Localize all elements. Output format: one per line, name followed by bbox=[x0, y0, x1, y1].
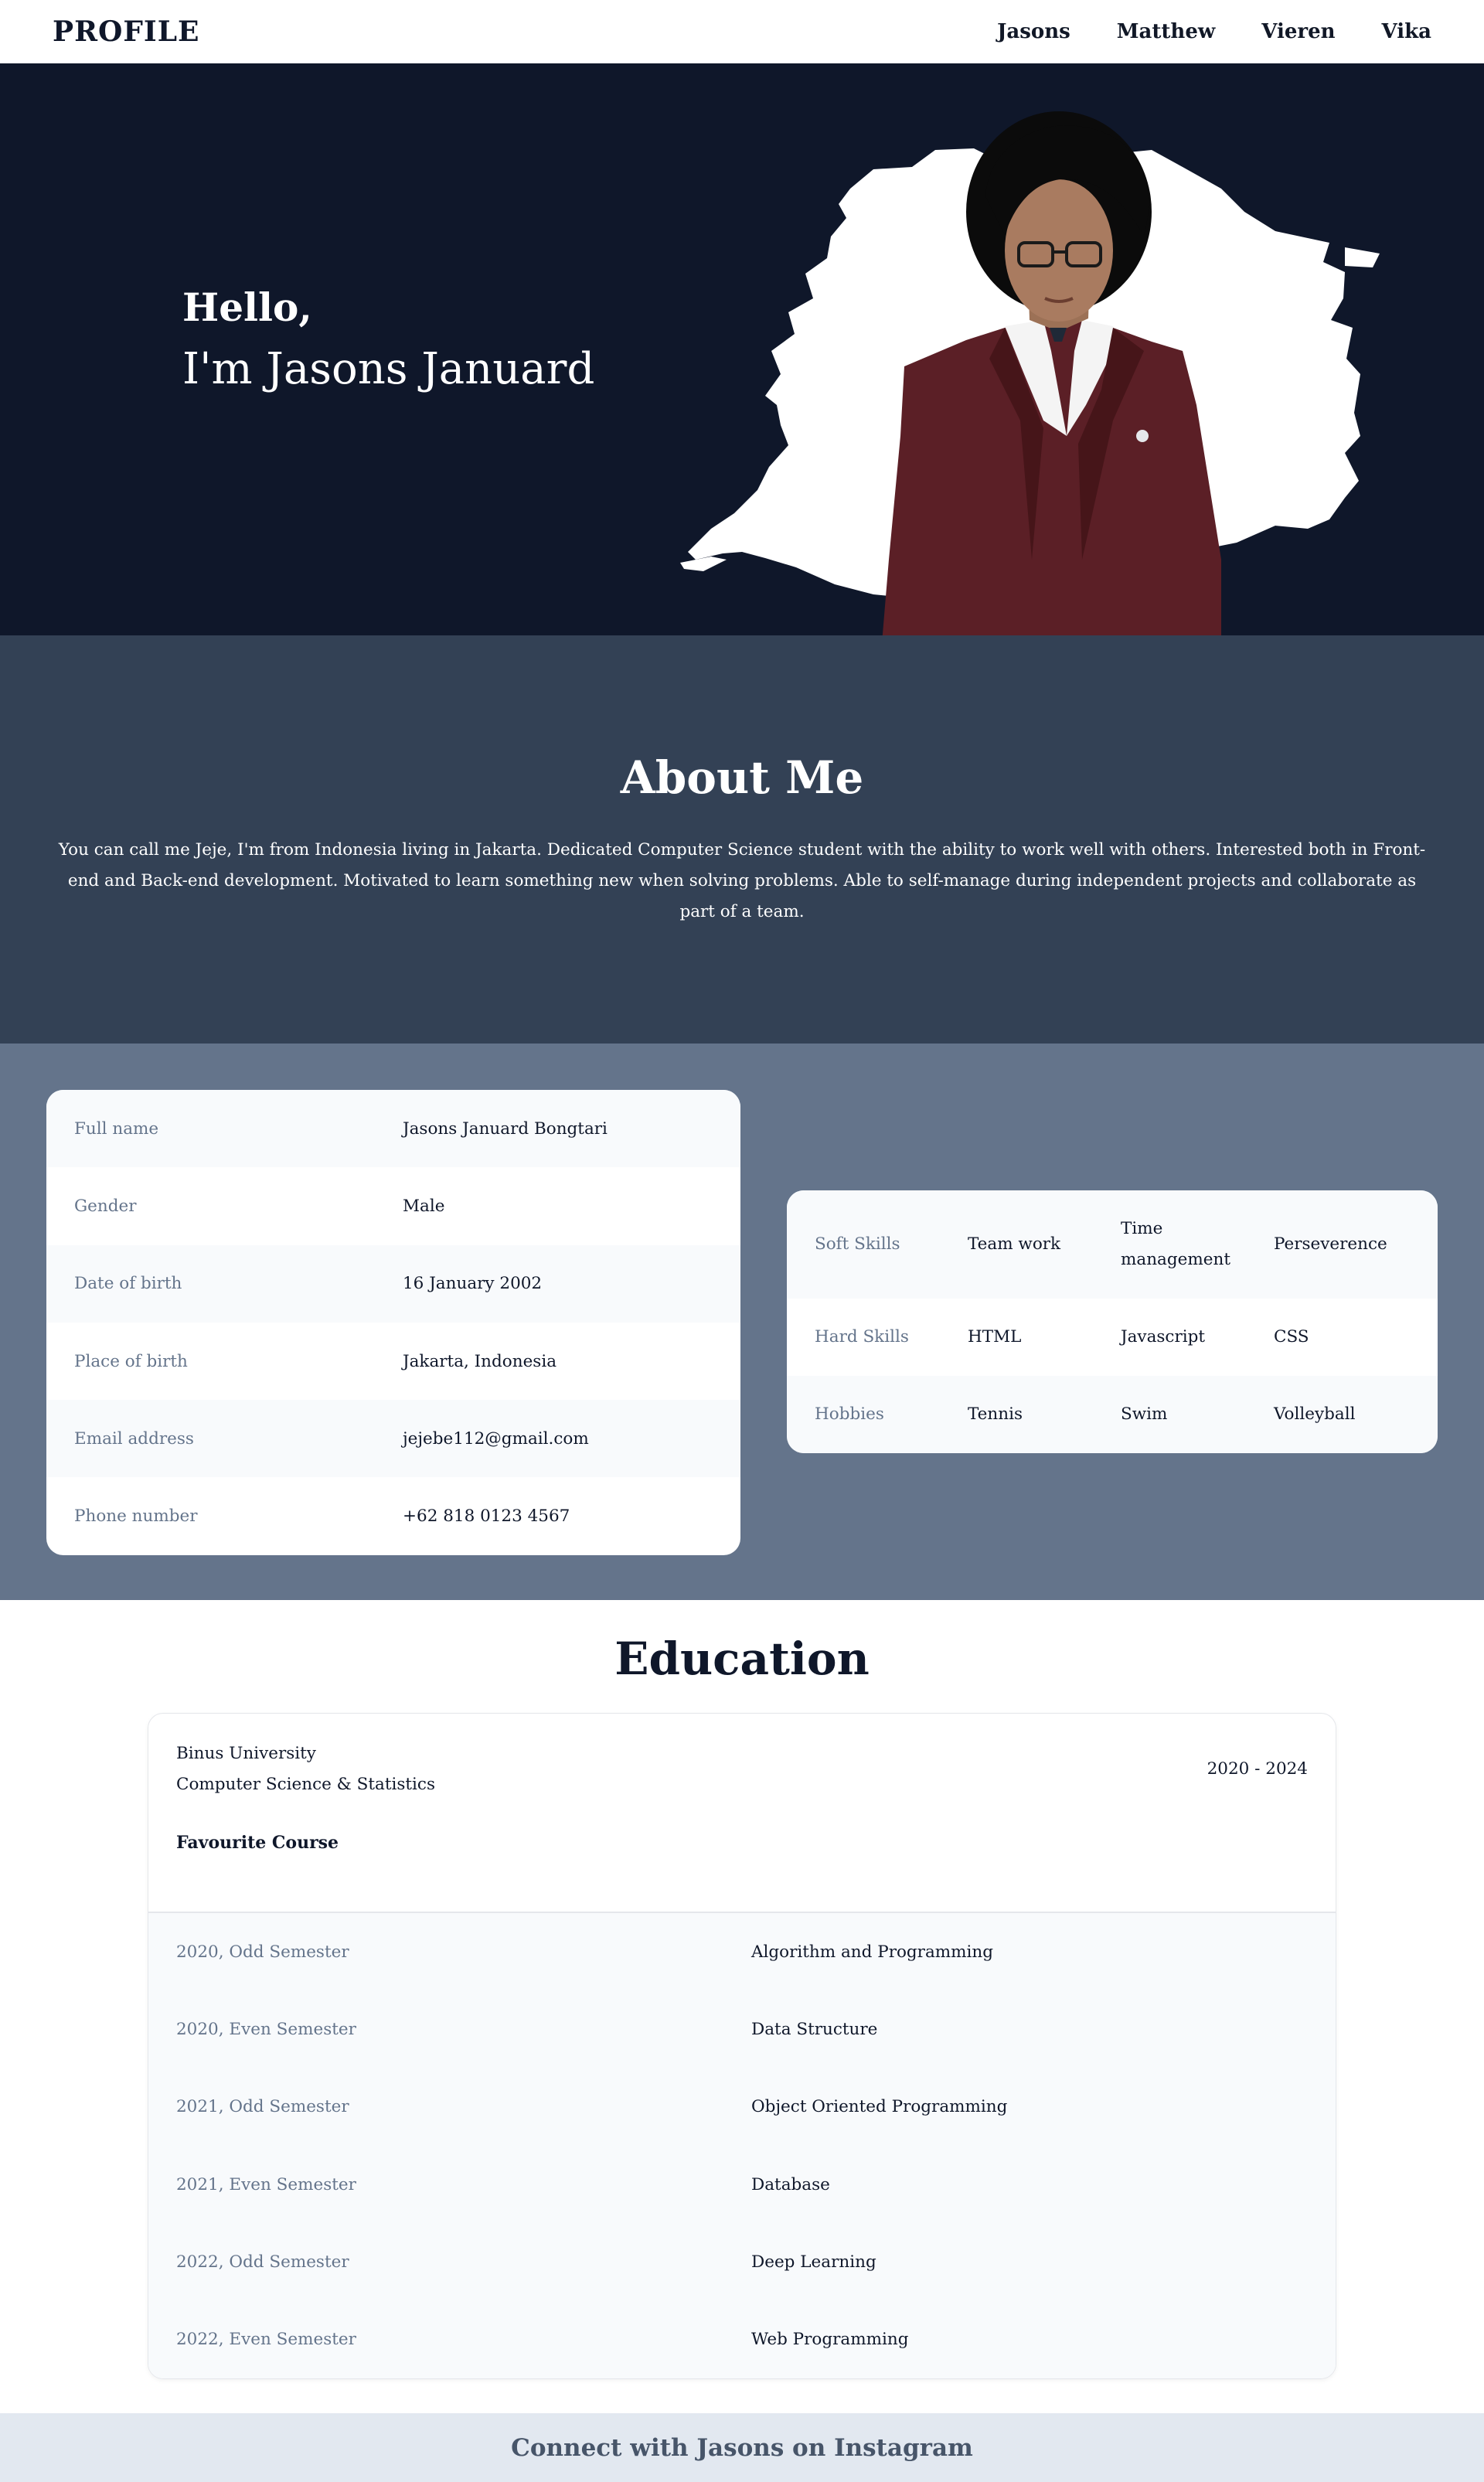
course-name: Data Structure bbox=[751, 2019, 878, 2039]
course-semester: 2021, Even Semester bbox=[176, 2174, 356, 2194]
skills-row-soft: Soft Skills Team work Time management Pe… bbox=[787, 1190, 1438, 1299]
nav-link-vieren[interactable]: Vieren bbox=[1261, 20, 1335, 43]
education-school-block: Binus University Computer Science & Stat… bbox=[176, 1738, 435, 1830]
skill-item: Javascript bbox=[1121, 1327, 1206, 1347]
skills-label: Soft Skills bbox=[815, 1234, 900, 1254]
hero-section: Hello, I'm Jasons Januard bbox=[0, 63, 1484, 635]
info-section: Full name Jasons Januard Bongtari Gender… bbox=[0, 1044, 1484, 1600]
skill-item: HTML bbox=[968, 1327, 1022, 1347]
education-card: Binus University Computer Science & Stat… bbox=[148, 1713, 1336, 2379]
info-value: Jasons Januard Bongtari bbox=[403, 1118, 608, 1139]
course-row: 2022, Odd Semester Deep Learning bbox=[148, 2223, 1336, 2301]
instagram-link[interactable]: Connect with Jasons on Instagram bbox=[511, 2434, 973, 2462]
course-row: 2021, Odd Semester Object Oriented Progr… bbox=[148, 2068, 1336, 2146]
info-row-full-name: Full name Jasons Januard Bongtari bbox=[46, 1090, 740, 1168]
skills-label: Hard Skills bbox=[815, 1327, 909, 1347]
info-value: +62 818 0123 4567 bbox=[403, 1507, 570, 1527]
skill-item: Tennis bbox=[968, 1404, 1023, 1424]
skill-item: Team work bbox=[968, 1234, 1061, 1254]
info-label: Gender bbox=[74, 1196, 137, 1216]
brand-logo[interactable]: PROFILE bbox=[53, 15, 200, 48]
course-name: Object Oriented Programming bbox=[751, 2097, 1008, 2117]
info-row-phone: Phone number +62 818 0123 4567 bbox=[46, 1477, 740, 1554]
profile-photo bbox=[680, 111, 1380, 635]
info-value: jejebe112@gmail.com bbox=[403, 1428, 589, 1449]
school-major: Computer Science & Statistics bbox=[176, 1775, 435, 1794]
skills-row-hard: Hard Skills HTML Javascript CSS bbox=[787, 1299, 1438, 1376]
hero-intro: I'm Jasons Januard bbox=[182, 344, 595, 394]
skill-item: Perseverence bbox=[1274, 1234, 1387, 1254]
course-row: 2021, Even Semester Database bbox=[148, 2145, 1336, 2224]
course-semester: 2020, Odd Semester bbox=[176, 1942, 349, 1962]
course-name: Algorithm and Programming bbox=[751, 1942, 994, 1962]
course-name: Deep Learning bbox=[751, 2252, 876, 2272]
course-name: Web Programming bbox=[751, 2330, 909, 2350]
education-years: 2020 - 2024 bbox=[1207, 1759, 1308, 1779]
course-semester: 2022, Even Semester bbox=[176, 2330, 356, 2350]
info-row-place-of-birth: Place of birth Jakarta, Indonesia bbox=[46, 1323, 740, 1400]
info-value: Male bbox=[403, 1196, 445, 1216]
nav-link-jasons[interactable]: Jasons bbox=[997, 20, 1070, 43]
skill-item: Volleyball bbox=[1274, 1404, 1356, 1424]
footer: Connect with Jasons on Instagram bbox=[0, 2413, 1484, 2482]
education-header: Binus University Computer Science & Stat… bbox=[148, 1714, 1336, 1830]
info-row-gender: Gender Male bbox=[46, 1167, 740, 1244]
education-title: Education bbox=[614, 1633, 870, 1685]
top-nav: PROFILE Jasons Matthew Vieren Vika bbox=[0, 0, 1484, 63]
info-value: Jakarta, Indonesia bbox=[403, 1351, 557, 1371]
personal-info-card: Full name Jasons Januard Bongtari Gender… bbox=[46, 1090, 740, 1555]
skill-item: CSS bbox=[1274, 1327, 1309, 1347]
info-label: Place of birth bbox=[74, 1351, 188, 1371]
nav-links: Jasons Matthew Vieren Vika bbox=[997, 20, 1431, 43]
skills-card: Soft Skills Team work Time management Pe… bbox=[787, 1190, 1438, 1453]
about-section: About Me You can call me Jeje, I'm from … bbox=[0, 635, 1484, 1044]
course-semester: 2020, Even Semester bbox=[176, 2019, 356, 2039]
skills-row-hobbies: Hobbies Tennis Swim Volleyball bbox=[787, 1376, 1438, 1453]
skill-item: Swim bbox=[1121, 1404, 1168, 1424]
favourite-course-title: Favourite Course bbox=[148, 1830, 1336, 1913]
about-title: About Me bbox=[620, 751, 864, 804]
info-label: Date of birth bbox=[74, 1274, 182, 1294]
info-label: Full name bbox=[74, 1118, 159, 1139]
nav-link-vika[interactable]: Vika bbox=[1382, 20, 1431, 43]
info-row-date-of-birth: Date of birth 16 January 2002 bbox=[46, 1244, 740, 1323]
education-section: Education Binus University Computer Scie… bbox=[0, 1600, 1484, 2413]
school-name: Binus University bbox=[176, 1744, 316, 1763]
info-value: 16 January 2002 bbox=[403, 1274, 543, 1294]
info-row-email: Email address jejebe112@gmail.com bbox=[46, 1400, 740, 1478]
hero-greeting: Hello, bbox=[182, 284, 312, 330]
skill-item: Time management bbox=[1121, 1219, 1230, 1269]
nav-link-matthew[interactable]: Matthew bbox=[1117, 20, 1215, 43]
course-row: 2020, Odd Semester Algorithm and Program… bbox=[148, 1913, 1336, 1991]
about-text: You can call me Jeje, I'm from Indonesia… bbox=[58, 840, 1426, 921]
course-name: Database bbox=[751, 2174, 830, 2194]
course-row: 2020, Even Semester Data Structure bbox=[148, 1990, 1336, 2068]
course-row: 2022, Even Semester Web Programming bbox=[148, 2300, 1336, 2378]
info-label: Email address bbox=[74, 1428, 194, 1449]
skills-label: Hobbies bbox=[815, 1404, 884, 1424]
info-label: Phone number bbox=[74, 1507, 198, 1527]
course-semester: 2021, Odd Semester bbox=[176, 2097, 349, 2117]
course-semester: 2022, Odd Semester bbox=[176, 2252, 349, 2272]
hero-text: Hello, I'm Jasons Januard bbox=[182, 284, 594, 394]
